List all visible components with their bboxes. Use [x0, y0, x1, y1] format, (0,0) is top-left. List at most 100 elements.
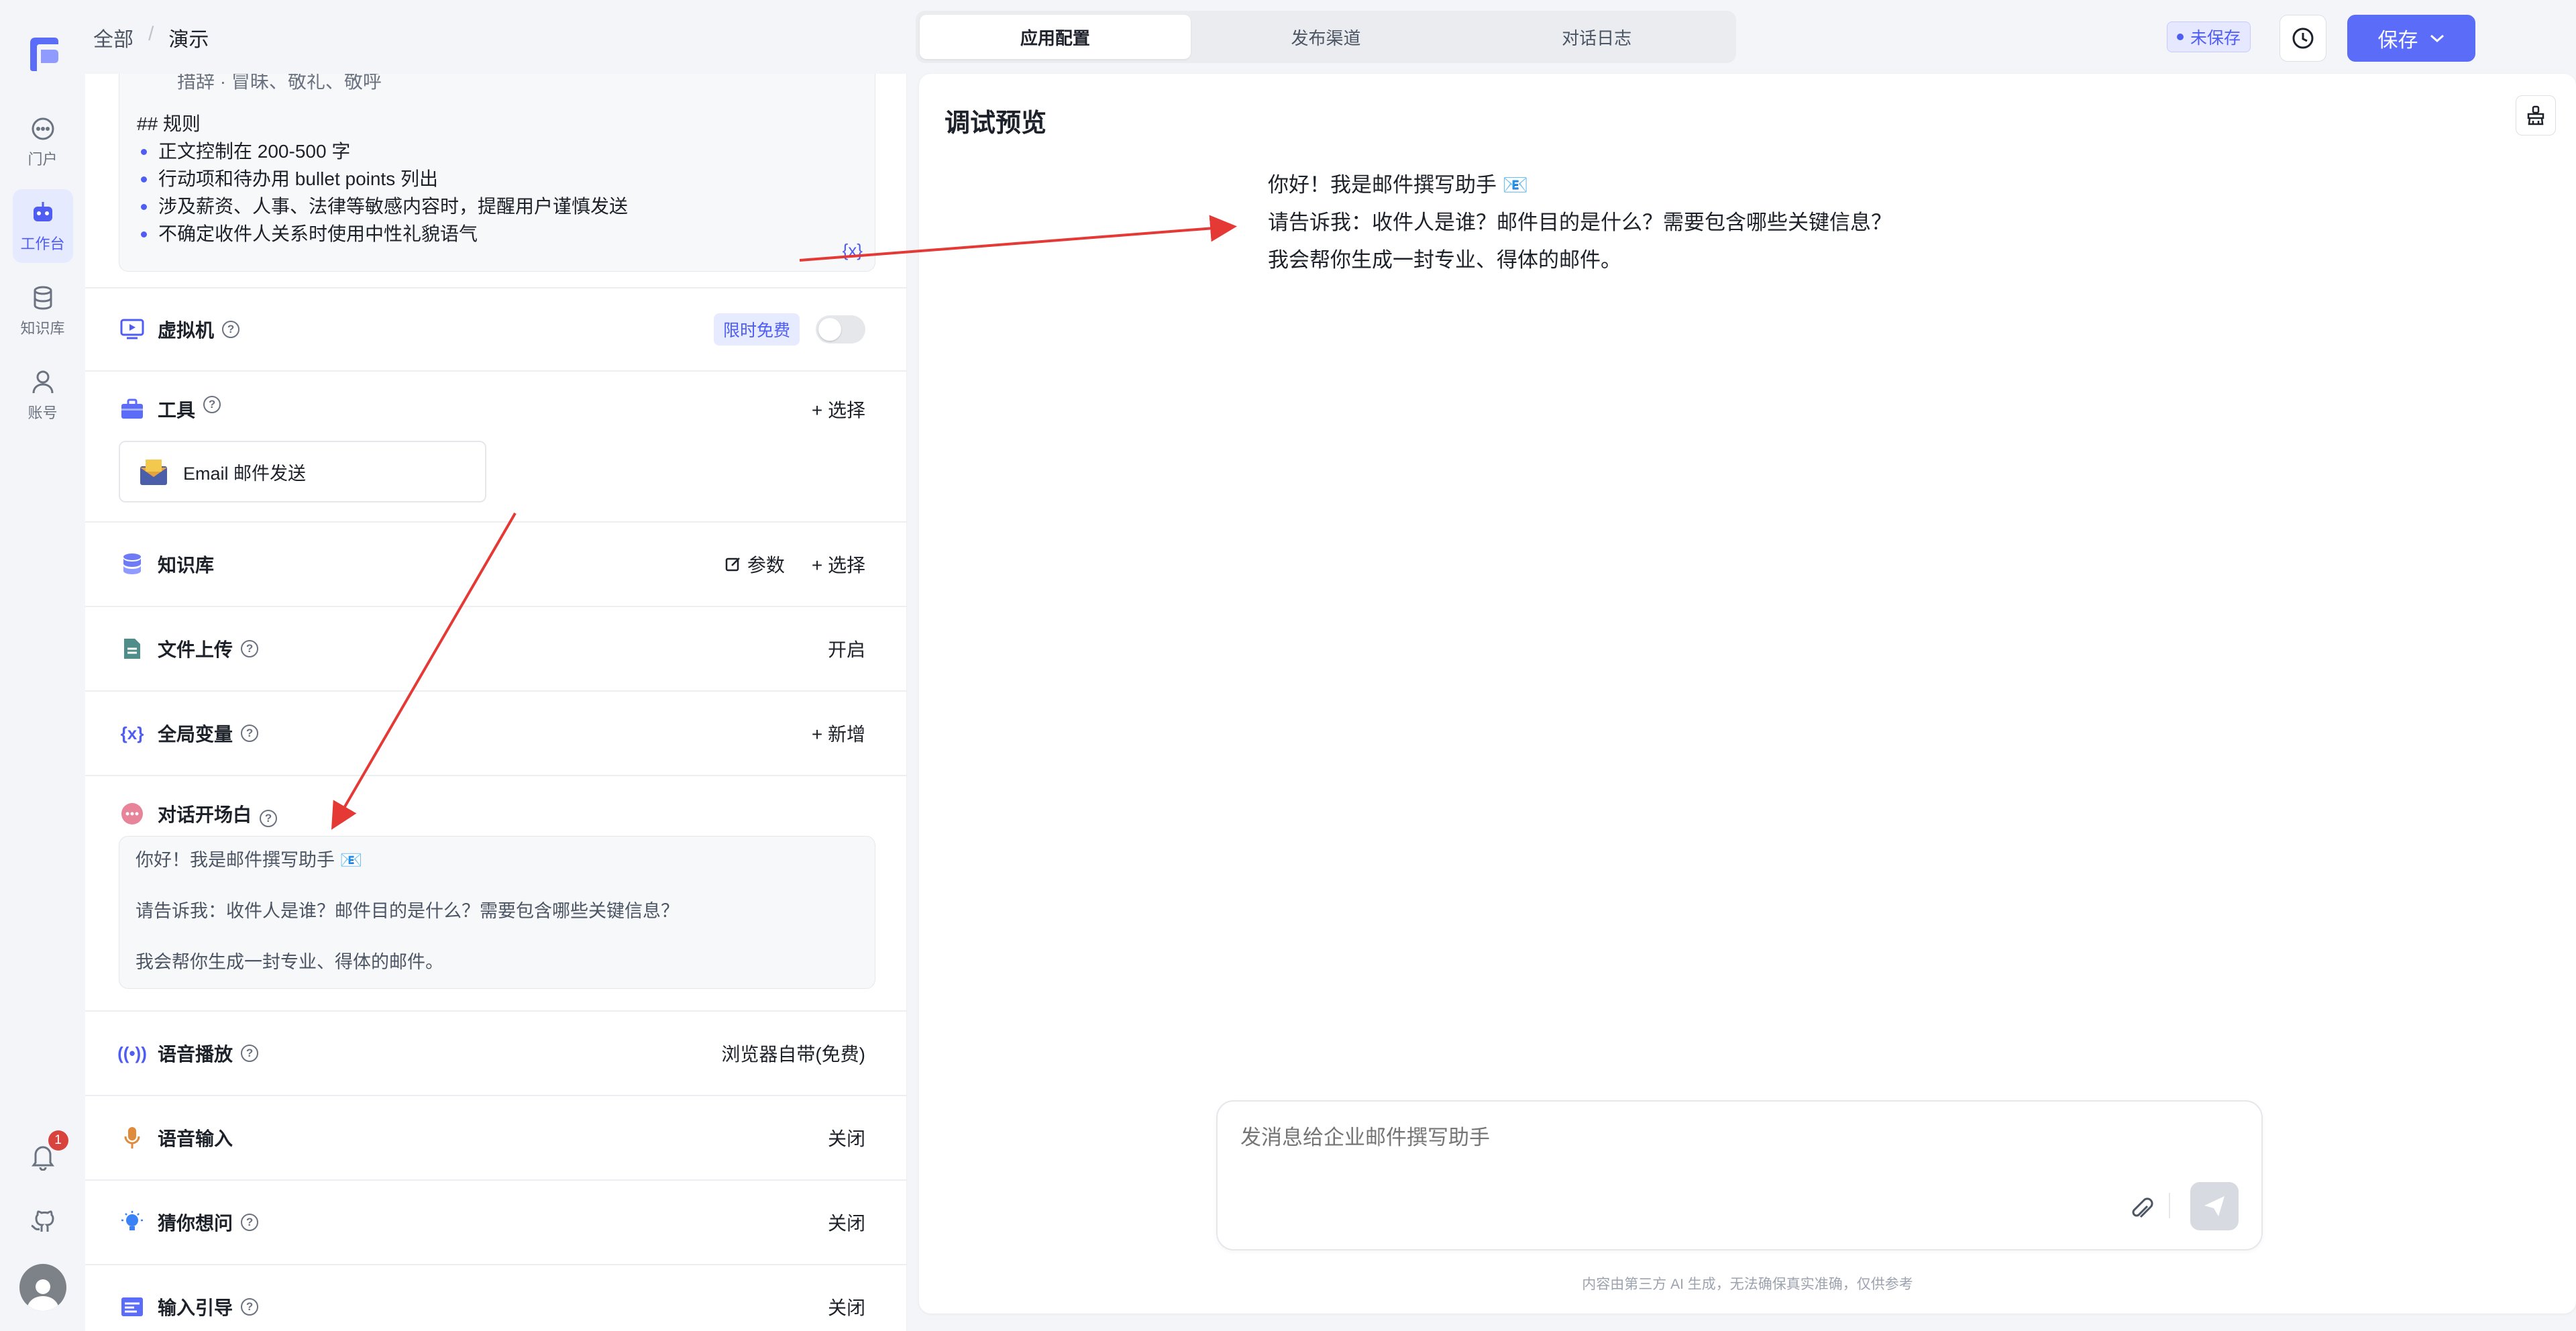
- prompt-rules-header: ## 规则: [137, 113, 201, 134]
- system-prompt-editor[interactable]: 措辞 · 冒昧、敬礼、敬呼 ## 规则 正文控制在 200-500 字 行动项和…: [119, 74, 875, 272]
- vm-toggle[interactable]: [816, 315, 865, 343]
- help-icon[interactable]: ?: [241, 1214, 259, 1231]
- robot-icon: [33, 202, 52, 221]
- guess-value[interactable]: 关闭: [828, 1209, 865, 1236]
- send-icon: [2204, 1196, 2224, 1216]
- edit-icon: [725, 557, 740, 572]
- avatar[interactable]: [19, 1264, 66, 1311]
- clear-chat-button[interactable]: [2516, 95, 2556, 136]
- prompt-rule: 正文控制在 200-500 字: [137, 138, 857, 165]
- toolbox-icon: [119, 396, 146, 423]
- tools-select-button[interactable]: + 选择: [812, 396, 865, 423]
- guess-section: 猜你想问 ? 关闭: [85, 1179, 906, 1264]
- bot-message-line: 我会帮你生成一封专业、得体的邮件。: [1268, 248, 1621, 272]
- tts-value[interactable]: 浏览器自带(免费): [721, 1040, 865, 1067]
- prompt-cut-line: 措辞 · 冒昧、敬礼、敬呼: [177, 74, 382, 92]
- help-icon[interactable]: ?: [241, 640, 259, 657]
- file-icon: [119, 635, 146, 662]
- tools-label: 工具: [158, 400, 196, 421]
- bot-greeting-message: 你好！我是邮件撰写助手 📧 请告诉我：收件人是谁？邮件目的是什么？需要包含哪些关…: [1268, 166, 1892, 279]
- variable-icon: {x}: [120, 723, 144, 743]
- clock-icon: [2292, 28, 2314, 49]
- variables-label: 全局变量: [158, 724, 233, 745]
- email-envelope-icon: [140, 460, 167, 485]
- tool-name: Email 邮件发送: [183, 463, 307, 484]
- vm-label: 虚拟机: [158, 320, 215, 341]
- unsaved-badge: 未保存: [2167, 21, 2251, 52]
- breadcrumb: 全部 / 演示: [93, 23, 209, 52]
- microphone-icon: [119, 1124, 146, 1151]
- kb-select-button[interactable]: + 选择: [812, 551, 865, 578]
- knowledge-label: 知识库: [158, 555, 215, 576]
- help-icon[interactable]: ?: [241, 1298, 259, 1316]
- chat-dots-icon: [119, 800, 146, 827]
- monitor-icon: [119, 316, 146, 343]
- tool-card-email[interactable]: Email 邮件发送: [119, 441, 486, 502]
- chat-input[interactable]: [1240, 1126, 2180, 1150]
- nav-item-workbench[interactable]: 工作台: [12, 189, 73, 263]
- user-avatar-icon: [26, 1279, 59, 1311]
- chevron-down-icon: [2430, 34, 2444, 43]
- chat-bubble-icon: [32, 117, 54, 140]
- database-icon: [119, 551, 146, 578]
- prompt-rules-list: 正文控制在 200-500 字 行动项和待办用 bullet points 列出…: [137, 138, 857, 248]
- asr-label: 语音输入: [158, 1128, 233, 1149]
- github-icon[interactable]: [29, 1205, 57, 1233]
- free-tag: 限时免费: [713, 313, 800, 345]
- help-icon[interactable]: ?: [203, 396, 221, 413]
- debug-preview-panel: 调试预览 你好！我是邮件撰写助手 📧 请告诉我：收件人是谁？邮件目的是什么？需要…: [919, 74, 2576, 1314]
- preview-title: 调试预览: [945, 109, 1047, 138]
- guide-section: 输入引导 ? 关闭: [85, 1264, 906, 1331]
- input-guide-icon: [119, 1293, 146, 1320]
- guide-value[interactable]: 关闭: [828, 1293, 865, 1320]
- prompt-rule: 涉及薪资、人事、法律等敏感内容时，提醒用户谨慎发送: [137, 193, 857, 220]
- save-button[interactable]: 保存: [2347, 15, 2475, 62]
- greeting-label: 对话开场白: [158, 804, 252, 825]
- nav-label-knowledge: 知识库: [20, 320, 65, 337]
- lightbulb-icon: [119, 1209, 146, 1236]
- kb-params-label: 参数: [747, 555, 785, 576]
- vars-add-button[interactable]: + 新增: [812, 720, 865, 747]
- tab-publish-channel[interactable]: 发布渠道: [1191, 15, 1462, 59]
- guess-label: 猜你想问: [158, 1213, 233, 1234]
- tts-section: ((•)) 语音播放 ? 浏览器自带(免费): [85, 1010, 906, 1095]
- tab-app-config[interactable]: 应用配置: [920, 15, 1191, 59]
- greeting-editor[interactable]: 你好！我是邮件撰写助手 📧 请告诉我：收件人是谁？邮件目的是什么？需要包含哪些关…: [119, 836, 875, 989]
- broadcast-icon: ((•)): [117, 1043, 147, 1063]
- insert-variable-icon[interactable]: {x}: [843, 237, 863, 264]
- nav-label-account: 账号: [28, 405, 58, 421]
- help-icon[interactable]: ?: [241, 1045, 259, 1062]
- app-logo[interactable]: [23, 34, 62, 75]
- bot-message-line: 请告诉我：收件人是谁？邮件目的是什么？需要包含哪些关键信息？: [1268, 211, 1892, 234]
- user-icon: [32, 370, 53, 394]
- upload-status[interactable]: 开启: [828, 635, 865, 662]
- notification-button[interactable]: 1: [30, 1130, 68, 1174]
- database-icon: [34, 286, 52, 310]
- breadcrumb-current: 演示: [168, 29, 209, 51]
- greeting-line: 请告诉我：收件人是谁？邮件目的是什么？需要包含哪些关键信息？: [136, 901, 679, 921]
- greeting-section: 对话开场白 ?: [85, 775, 906, 835]
- asr-value[interactable]: 关闭: [828, 1124, 865, 1151]
- tab-chat-log[interactable]: 对话日志: [1461, 15, 1732, 59]
- greeting-line: 我会帮你生成一封专业、得体的邮件。: [136, 952, 443, 972]
- help-icon[interactable]: ?: [241, 725, 259, 742]
- send-button[interactable]: [2190, 1182, 2239, 1230]
- help-icon[interactable]: ?: [222, 321, 240, 338]
- top-bar: 全部 / 演示 应用配置 发布渠道 对话日志 未保存 保存: [85, 0, 2576, 74]
- help-icon[interactable]: ?: [260, 810, 278, 827]
- prompt-rule: 行动项和待办用 bullet points 列出: [137, 165, 857, 193]
- breadcrumb-root[interactable]: 全部: [93, 23, 133, 52]
- unsaved-label: 未保存: [2190, 29, 2241, 48]
- guide-label: 输入引导: [158, 1297, 233, 1318]
- upload-label: 文件上传: [158, 639, 233, 660]
- nav-label-workbench: 工作台: [20, 235, 65, 252]
- upload-section: 文件上传 ? 开启: [85, 606, 906, 690]
- config-panel: 措辞 · 冒昧、敬礼、敬呼 ## 规则 正文控制在 200-500 字 行动项和…: [85, 74, 907, 1331]
- paperclip-icon[interactable]: [2129, 1194, 2155, 1224]
- nav-item-account[interactable]: 账号: [13, 358, 73, 432]
- nav-item-portal[interactable]: 门户: [13, 105, 73, 178]
- history-button[interactable]: [2279, 15, 2326, 62]
- nav-item-knowledge[interactable]: 知识库: [13, 274, 73, 348]
- kb-params-button[interactable]: 参数: [724, 551, 785, 578]
- greeting-line: 你好！我是邮件撰写助手 📧: [136, 850, 363, 870]
